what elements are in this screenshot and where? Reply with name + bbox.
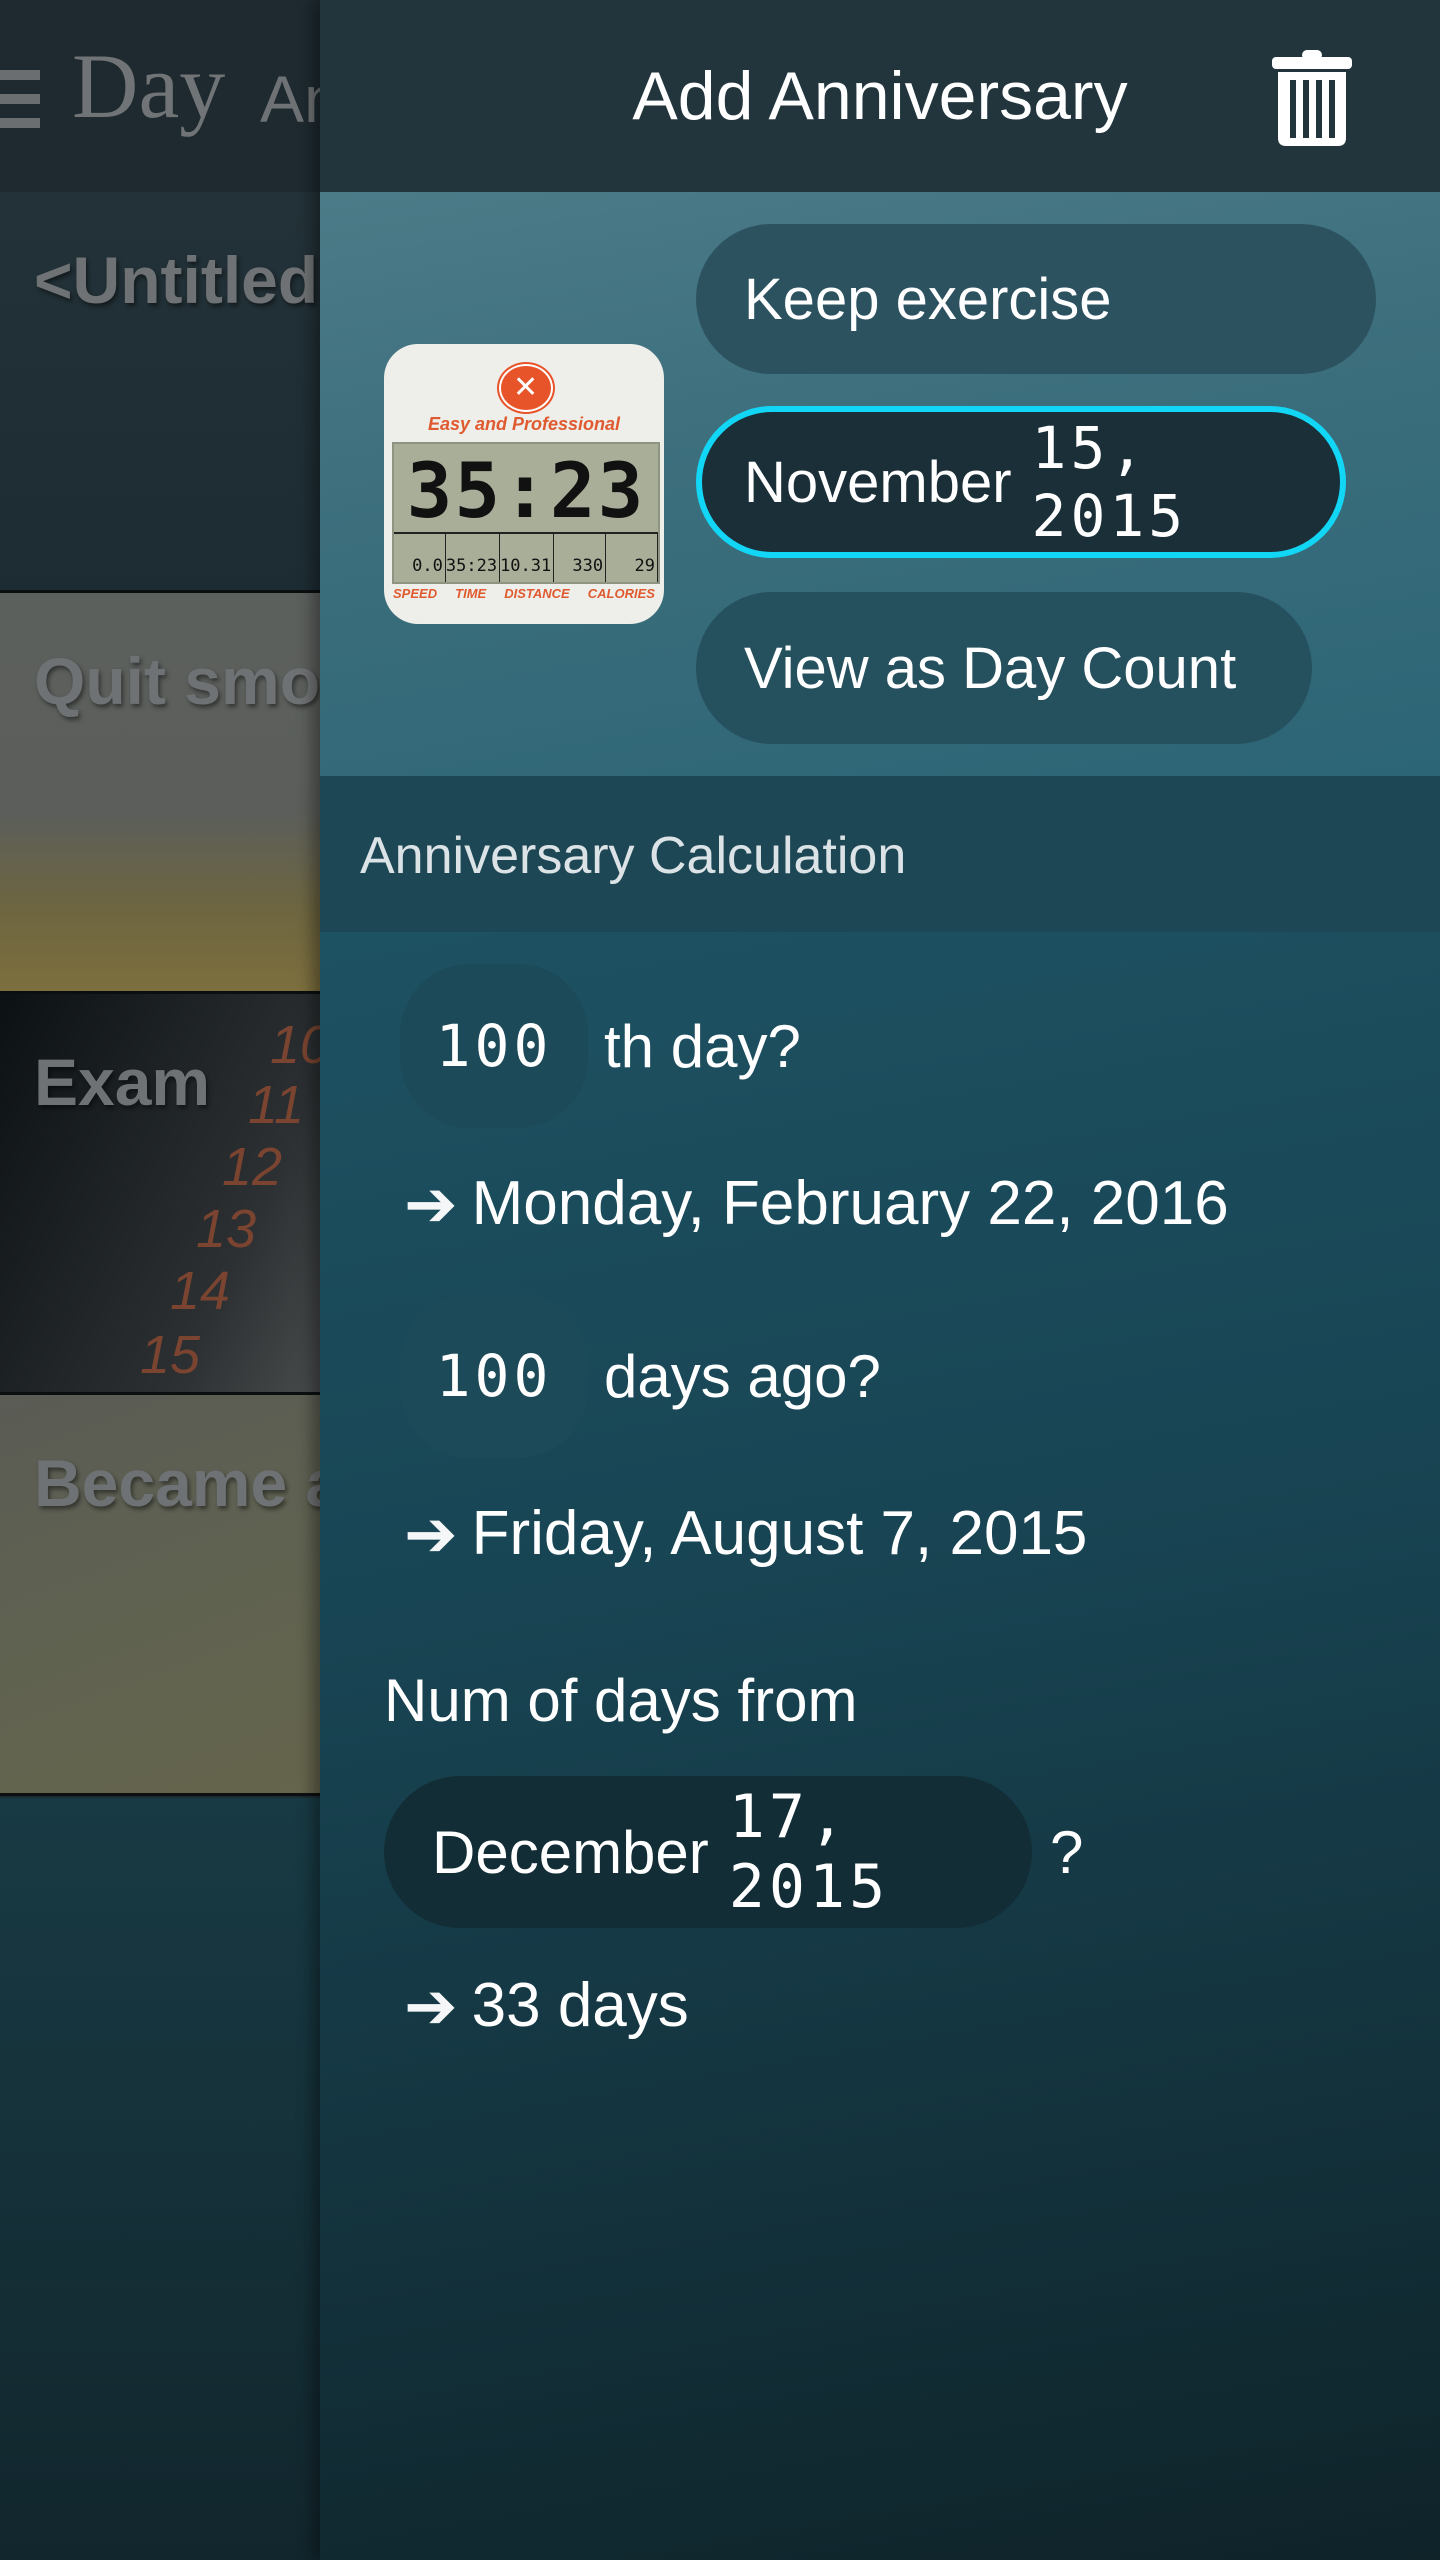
days-from-result-text: 33 days — [471, 1971, 689, 2040]
arrow-right-icon: ➔ — [404, 1498, 458, 1570]
days-ago-result: ➔ Friday, August 7, 2015 — [404, 1498, 1087, 1570]
section-title: Anniversary Calculation — [360, 827, 907, 885]
days-from-date-picker[interactable]: December 17, 2015 — [384, 1776, 1032, 1928]
lcd-display: 35:23 0.0 35:23 10.31 330 29 — [392, 442, 660, 584]
lcd-value: 35:23 — [446, 534, 501, 582]
arrow-right-icon: ➔ — [404, 1168, 458, 1240]
list-item-label: <Untitled> — [34, 243, 357, 317]
days-ago-result-text: Friday, August 7, 2015 — [471, 1499, 1088, 1568]
lcd-value: 0.0 — [394, 534, 446, 582]
date-month: December — [432, 1818, 709, 1886]
exam-image-number: 15 — [140, 1325, 201, 1385]
caption: TIME — [455, 586, 487, 601]
nth-day-result-text: Monday, February 22, 2016 — [471, 1169, 1229, 1238]
anniversary-editor: Easy and Professional 35:23 0.0 35:23 10… — [320, 192, 1440, 776]
anniversary-date-picker[interactable]: November 15, 2015 — [696, 406, 1346, 558]
lcd-value: 29 — [606, 534, 658, 582]
lcd-value: 10.31 — [500, 534, 555, 582]
days-from-question-mark: ? — [1050, 1819, 1084, 1886]
exam-image-number: 14 — [170, 1261, 231, 1321]
caption: SPEED — [393, 586, 438, 601]
exam-image-number: 11 — [248, 1075, 305, 1135]
image-captions: SPEED TIME DISTANCE CALORIES — [384, 586, 664, 601]
anniversary-name-field[interactable]: Keep exercise — [696, 224, 1376, 374]
caption: CALORIES — [587, 586, 655, 601]
arrow-right-icon: ➔ — [404, 1970, 458, 2042]
trash-icon — [1272, 50, 1352, 146]
date-digits: 17, 2015 — [728, 1782, 890, 1922]
delete-button[interactable] — [1270, 48, 1354, 148]
hamburger-menu-icon[interactable] — [0, 70, 40, 128]
list-item-label: Exam — [34, 1045, 211, 1119]
days-from-label: Num of days from — [384, 1667, 858, 1734]
section-header: Anniversary Calculation — [320, 776, 1440, 932]
anniversary-image[interactable]: Easy and Professional 35:23 0.0 35:23 10… — [384, 344, 664, 624]
image-tagline: Easy and Professional — [427, 414, 621, 434]
app-title-day: Day — [72, 35, 226, 137]
days-ago-label: days ago? — [604, 1343, 881, 1410]
add-anniversary-panel: Add Anniversary Easy and Professional 35… — [320, 0, 1440, 2560]
exam-image-number: 12 — [222, 1137, 283, 1197]
nth-day-input[interactable]: 100 — [400, 964, 588, 1128]
lcd-main-readout: 35:23 — [406, 446, 646, 535]
view-as-day-count-button[interactable]: View as Day Count — [696, 592, 1312, 744]
panel-header: Add Anniversary — [320, 0, 1440, 192]
days-ago-input[interactable]: 100 — [400, 1294, 588, 1458]
list-item-label: Became a — [34, 1446, 343, 1520]
lcd-value: 330 — [554, 534, 607, 582]
caption: DISTANCE — [504, 586, 570, 601]
nth-day-result: ➔ Monday, February 22, 2016 — [404, 1168, 1229, 1240]
exam-image-number: 13 — [196, 1199, 257, 1259]
lcd-row: 0.0 35:23 10.31 330 29 — [394, 532, 658, 582]
nth-day-label: th day? — [604, 1013, 801, 1080]
brand-logo-icon — [499, 364, 553, 412]
date-month: November — [744, 449, 1012, 515]
date-digits: 15, 2015 — [1031, 414, 1188, 550]
days-from-result: ➔ 33 days — [404, 1970, 689, 2042]
